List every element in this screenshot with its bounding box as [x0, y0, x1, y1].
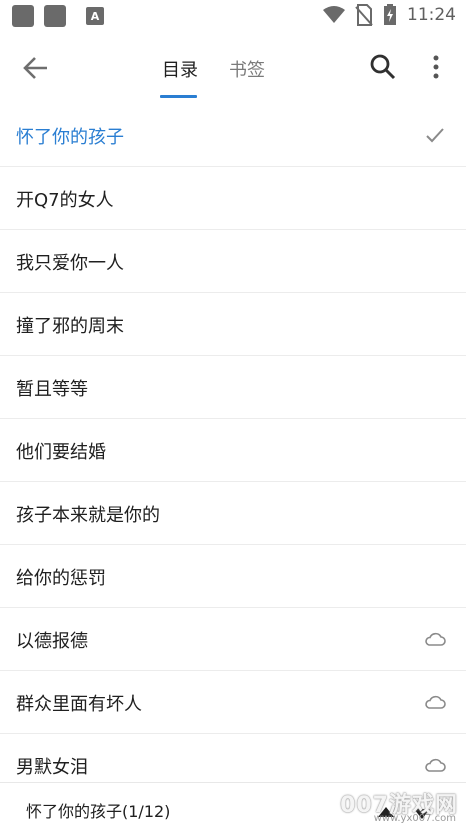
chapter-title: 我只爱你一人 — [16, 253, 124, 274]
chapter-title: 男默女泪 — [16, 757, 88, 778]
cloud-icon — [425, 632, 446, 646]
chapter-title: 暂且等等 — [16, 379, 88, 400]
current-chapter-position: 怀了你的孩子(1/12) — [26, 802, 171, 821]
tab-indicator — [160, 95, 197, 98]
notification-icons: A — [12, 5, 104, 27]
more-vert-icon — [433, 55, 439, 79]
chapter-title: 怀了你的孩子 — [16, 127, 124, 148]
chapter-item[interactable]: 撞了邪的周末 — [0, 293, 466, 356]
bottom-bar: 怀了你的孩子(1/12) 007游戏网 www.yx007.com — [0, 782, 466, 831]
toolbar: 目录 书签 — [0, 32, 466, 104]
status-bar: A 11:24 — [0, 0, 466, 32]
system-icons: 11:24 — [323, 4, 456, 26]
chapter-title: 给你的惩罚 — [16, 568, 106, 589]
chapter-item[interactable]: 暂且等等 — [0, 356, 466, 419]
chapter-item[interactable]: 开Q7的女人 — [0, 167, 466, 230]
cloud-icon — [425, 695, 446, 709]
watermark-url: www.yx007.com — [373, 813, 456, 824]
chapter-title: 群众里面有坏人 — [16, 694, 142, 715]
search-button[interactable] — [366, 50, 400, 84]
notification-app-icon — [12, 5, 34, 27]
chapter-title: 开Q7的女人 — [16, 190, 114, 211]
chapter-item[interactable]: 孩子本来就是你的 — [0, 482, 466, 545]
chapter-list: 怀了你的孩子 开Q7的女人 我只爱你一人 撞了邪的周末 暂且等等 他们要结婚 孩… — [0, 104, 466, 796]
clock: 11:24 — [407, 5, 456, 25]
battery-charging-icon — [384, 4, 396, 25]
chapter-item[interactable]: 以德报德 — [0, 608, 466, 671]
notification-app-icon — [44, 5, 66, 27]
chapter-item[interactable]: 给你的惩罚 — [0, 545, 466, 608]
arrow-back-icon — [23, 57, 47, 79]
chapter-title: 孩子本来就是你的 — [16, 505, 160, 526]
chapter-title: 以德报德 — [16, 631, 88, 652]
chapter-item[interactable]: 怀了你的孩子 — [0, 104, 466, 167]
chapter-item[interactable]: 群众里面有坏人 — [0, 671, 466, 734]
wifi-icon — [323, 6, 345, 23]
tab-bookmarks[interactable]: 书签 — [229, 56, 265, 82]
chapter-title: 撞了邪的周末 — [16, 316, 124, 337]
back-button[interactable] — [18, 50, 54, 86]
check-icon — [426, 128, 444, 143]
chapter-item[interactable]: 他们要结婚 — [0, 419, 466, 482]
search-icon — [370, 54, 396, 80]
no-sim-icon — [355, 4, 373, 26]
chapter-title: 他们要结婚 — [16, 442, 106, 463]
tab-contents[interactable]: 目录 — [162, 56, 198, 82]
font-notification-icon: A — [86, 7, 104, 25]
cloud-icon — [425, 758, 446, 772]
chapter-item[interactable]: 我只爱你一人 — [0, 230, 466, 293]
more-options-button[interactable] — [424, 50, 448, 84]
